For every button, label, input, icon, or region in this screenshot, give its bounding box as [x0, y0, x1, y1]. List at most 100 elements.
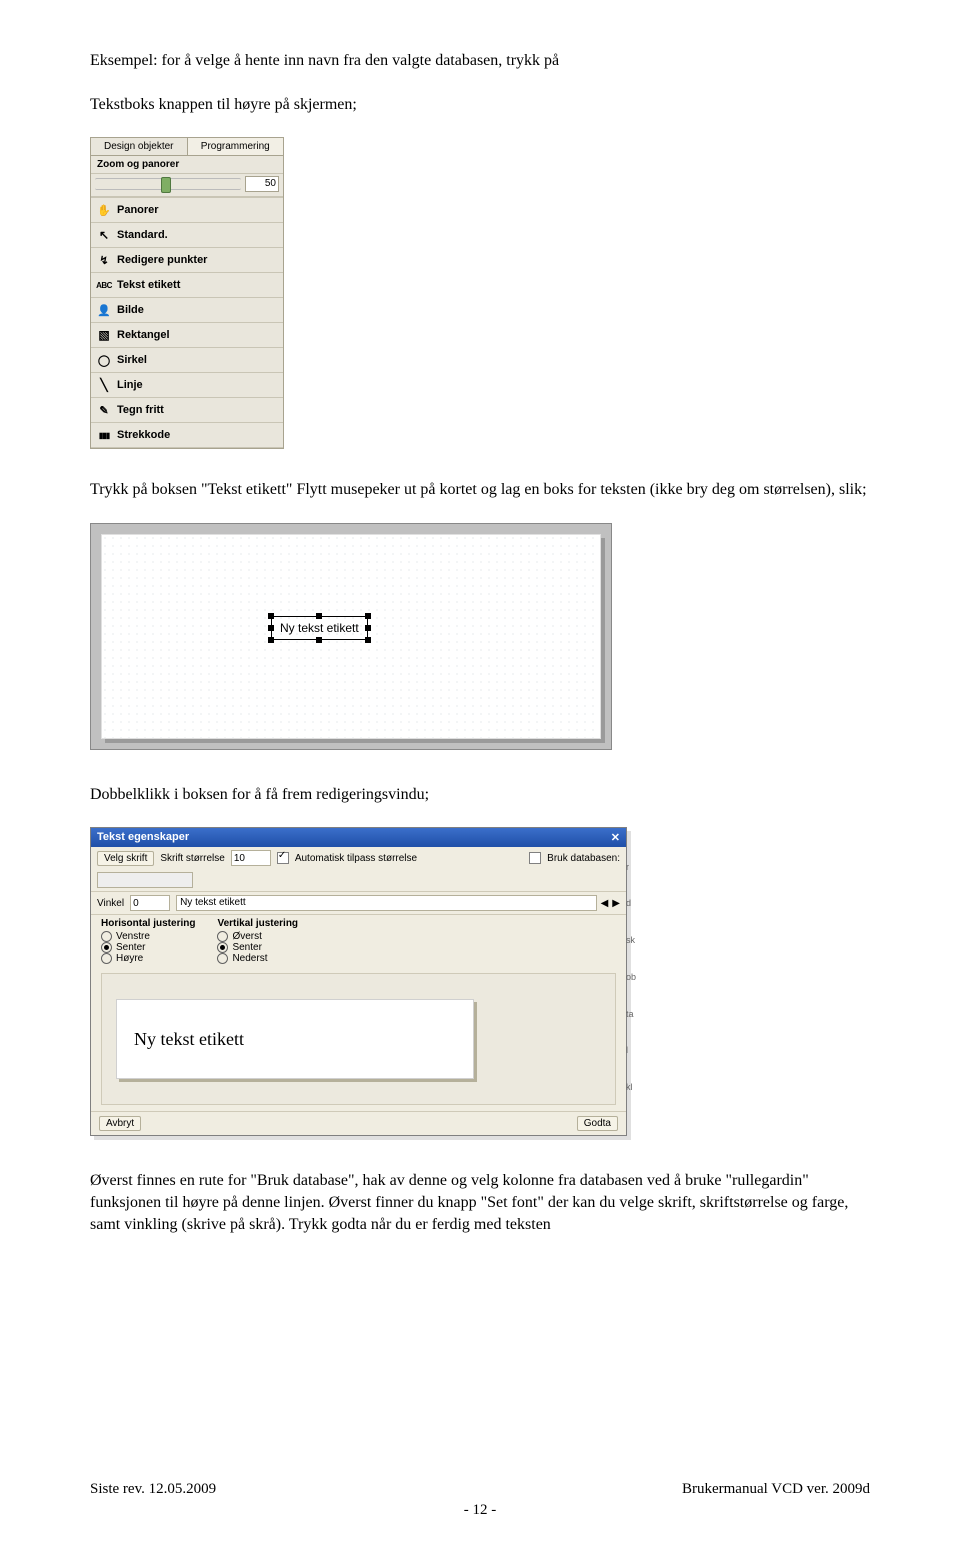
- paragraph-1: Eksempel: for å velge å hente inn navn f…: [90, 50, 870, 72]
- text-value-field[interactable]: Ny tekst etikett: [176, 895, 597, 911]
- tool-item-bilde[interactable]: Bilde: [91, 298, 283, 323]
- hjust-header: Horisontal justering: [101, 918, 195, 929]
- radio-label: Venstre: [116, 931, 150, 942]
- vjust-option[interactable]: Senter: [217, 942, 298, 953]
- toolbar-panel: Design objekter Programmering Zoom og pa…: [90, 137, 284, 449]
- tool-item-label: Strekkode: [117, 429, 170, 441]
- paragraph-2: Tekstboks knappen til høyre på skjermen;: [90, 94, 870, 116]
- resize-handle-icon[interactable]: [365, 625, 371, 631]
- chevron-right-icon[interactable]: ▶: [612, 898, 620, 909]
- accept-button[interactable]: Godta: [577, 1116, 618, 1131]
- preview-area: Ny tekst etikett: [101, 973, 616, 1105]
- tool-item-rektangel[interactable]: Rektangel: [91, 323, 283, 348]
- tool-item-label: Rektangel: [117, 329, 170, 341]
- text-icon: [97, 278, 111, 292]
- radio-label: Senter: [116, 942, 145, 953]
- tool-item-label: Redigere punkter: [117, 254, 207, 266]
- use-database-label: Bruk databasen:: [547, 853, 620, 864]
- set-font-button[interactable]: Velg skrift: [97, 851, 154, 866]
- resize-handle-icon[interactable]: [268, 613, 274, 619]
- footer-right: Brukermanual VCD ver. 2009d: [682, 1481, 870, 1498]
- autosize-checkbox[interactable]: [277, 852, 289, 864]
- circle-icon: [97, 353, 111, 367]
- line-icon: [97, 378, 111, 392]
- page: Eksempel: for å velge å hente inn navn f…: [0, 0, 960, 1559]
- tool-item-label: Panorer: [117, 204, 159, 216]
- cancel-button[interactable]: Avbryt: [99, 1116, 141, 1131]
- text-object[interactable]: Ny tekst etikett: [271, 616, 368, 640]
- rect-icon: [97, 328, 111, 342]
- resize-handle-icon[interactable]: [316, 637, 322, 643]
- tool-item-standard-[interactable]: Standard.: [91, 223, 283, 248]
- radio-icon[interactable]: [217, 931, 228, 942]
- tool-item-sirkel[interactable]: Sirkel: [91, 348, 283, 373]
- tool-item-redigere-punkter[interactable]: Redigere punkter: [91, 248, 283, 273]
- resize-handle-icon[interactable]: [268, 625, 274, 631]
- hjust-option[interactable]: Høyre: [101, 953, 195, 964]
- radio-icon[interactable]: [101, 942, 112, 953]
- page-number: - 12 -: [90, 1502, 870, 1519]
- tool-item-label: Tegn fritt: [117, 404, 164, 416]
- resize-handle-icon[interactable]: [316, 613, 322, 619]
- angle-spinner[interactable]: 0: [130, 895, 170, 911]
- vjust-option[interactable]: Øverst: [217, 931, 298, 942]
- paragraph-4: Dobbelklikk i boksen for å få frem redig…: [90, 784, 870, 806]
- zoom-slider-thumb[interactable]: [161, 177, 171, 193]
- vertical-justify-group: Vertikal justering ØverstSenterNederst: [217, 918, 298, 964]
- radio-label: Høyre: [116, 953, 143, 964]
- image-icon: [97, 303, 111, 317]
- radio-label: Nederst: [232, 953, 267, 964]
- side-scroll-trim: rdskobtalkl: [626, 848, 636, 1105]
- preview-text-box: Ny tekst etikett: [116, 999, 474, 1079]
- radio-icon[interactable]: [217, 953, 228, 964]
- tool-item-panorer[interactable]: Panorer: [91, 198, 283, 223]
- tool-item-tekst-etikett[interactable]: Tekst etikett: [91, 273, 283, 298]
- tab-design-objects[interactable]: Design objekter: [91, 138, 188, 155]
- hjust-option[interactable]: Senter: [101, 942, 195, 953]
- tool-item-tegn-fritt[interactable]: Tegn fritt: [91, 398, 283, 423]
- design-canvas: Ny tekst etikett: [90, 523, 612, 750]
- preview-text: Ny tekst etikett: [134, 1029, 244, 1050]
- resize-handle-icon[interactable]: [268, 637, 274, 643]
- horizontal-justify-group: Horisontal justering VenstreSenterHøyre: [101, 918, 195, 964]
- database-column-dropdown[interactable]: [97, 872, 193, 888]
- chevron-left-icon[interactable]: ◀: [601, 898, 609, 909]
- tool-item-label: Bilde: [117, 304, 144, 316]
- zoom-slider[interactable]: [95, 178, 241, 190]
- footer-left: Siste rev. 12.05.2009: [90, 1481, 216, 1498]
- vjust-option[interactable]: Nederst: [217, 953, 298, 964]
- points-icon: [97, 253, 111, 267]
- radio-icon[interactable]: [101, 953, 112, 964]
- paragraph-5: Øverst finnes en rute for "Bruk database…: [90, 1170, 870, 1235]
- text-properties-dialog: Tekst egenskaper ✕ Velg skrift Skrift st…: [90, 827, 627, 1136]
- autosize-label: Automatisk tilpass størrelse: [295, 853, 417, 864]
- barcode-icon: [97, 428, 111, 442]
- cursor-icon: [97, 228, 111, 242]
- tab-programming[interactable]: Programmering: [188, 138, 284, 155]
- tool-item-linje[interactable]: Linje: [91, 373, 283, 398]
- use-database-checkbox[interactable]: [529, 852, 541, 864]
- resize-handle-icon[interactable]: [365, 637, 371, 643]
- resize-handle-icon[interactable]: [365, 613, 371, 619]
- text-object-label: Ny tekst etikett: [280, 621, 359, 635]
- close-icon[interactable]: ✕: [611, 831, 620, 844]
- tool-item-strekkode[interactable]: Strekkode: [91, 423, 283, 448]
- dialog-title: Tekst egenskaper: [97, 831, 189, 844]
- page-footer: Siste rev. 12.05.2009 Brukermanual VCD v…: [0, 1481, 960, 1519]
- angle-label: Vinkel: [97, 898, 124, 909]
- toolbar-subheader: Zoom og panorer: [91, 156, 283, 174]
- tool-item-label: Sirkel: [117, 354, 147, 366]
- tool-item-label: Standard.: [117, 229, 168, 241]
- radio-label: Senter: [232, 942, 261, 953]
- radio-icon[interactable]: [217, 942, 228, 953]
- design-canvas-surface[interactable]: Ny tekst etikett: [101, 534, 601, 739]
- zoom-value[interactable]: 50: [245, 176, 279, 192]
- hjust-option[interactable]: Venstre: [101, 931, 195, 942]
- radio-icon[interactable]: [101, 931, 112, 942]
- vjust-header: Vertikal justering: [217, 918, 298, 929]
- tool-item-label: Tekst etikett: [117, 279, 180, 291]
- hand-icon: [97, 203, 111, 217]
- font-size-spinner[interactable]: 10: [231, 850, 271, 866]
- paragraph-3: Trykk på boksen "Tekst etikett" Flytt mu…: [90, 479, 870, 501]
- tool-item-label: Linje: [117, 379, 143, 391]
